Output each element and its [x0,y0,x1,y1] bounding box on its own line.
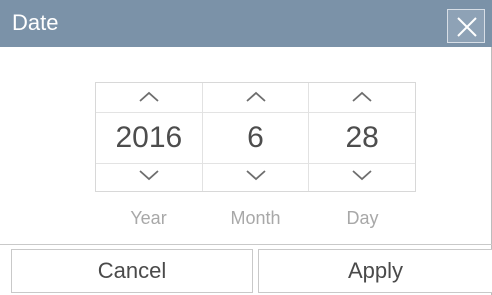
year-up-button[interactable] [96,83,202,111]
month-label: Month [230,208,281,228]
date-dialog: Date 2016 6 28 Year Month Day Cancel App… [0,0,492,295]
month-value: 6 [247,121,264,154]
day-down-button[interactable] [309,163,415,191]
year-label: Year [130,208,167,228]
day-up-button[interactable] [309,83,415,111]
month-column: 6 [201,83,309,191]
chevron-up-icon [245,91,266,102]
chevron-down-icon [352,170,372,181]
chevron-up-icon [352,91,372,102]
chevron-down-icon [245,170,266,181]
year-value: 2016 [115,121,183,154]
cancel-button[interactable]: Cancel [11,249,253,293]
dialog-footer: Cancel Apply [0,244,492,295]
chevron-up-icon [139,91,159,102]
month-down-button[interactable] [203,163,309,191]
year-column: 2016 [96,83,202,191]
date-picker: 2016 6 28 [95,82,416,192]
month-up-button[interactable] [203,83,309,111]
title-bar: Date [0,0,492,47]
apply-button[interactable]: Apply [258,249,492,293]
year-down-button[interactable] [96,163,202,191]
chevron-down-icon [139,170,159,181]
day-label: Day [346,208,379,228]
close-button[interactable] [447,9,485,43]
dialog-title: Date [12,10,59,35]
day-column: 28 [308,83,416,191]
close-icon [457,17,477,37]
day-value: 28 [345,121,379,154]
picker-labels: Year Month Day [95,206,416,230]
